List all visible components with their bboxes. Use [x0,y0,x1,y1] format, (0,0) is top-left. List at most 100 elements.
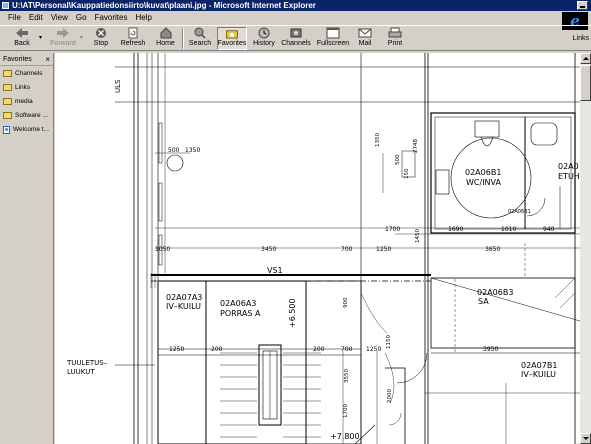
dim-940: 940 [543,226,555,233]
scroll-thumb[interactable] [580,65,591,101]
dim-1700: 1700 [385,226,400,233]
favorites-pane-header: Favorites × [0,53,53,66]
favorite-label: Software ... [15,112,48,119]
forward-arrow-icon [57,28,69,38]
dim-700-lower: 700 [341,346,353,353]
menu-go[interactable]: Go [72,11,91,25]
home-button[interactable]: Home [152,27,179,50]
uls-label: ULS [114,79,122,93]
favorites-pane-title: Favorites [3,56,32,63]
room-name-ivkuilu-right: IV–KUILU [521,370,556,379]
favorite-label: Welcome t... [13,126,50,133]
dim-1250-lower: 1250 [169,346,184,353]
toolbar-separator [182,29,184,49]
search-button[interactable]: Search [186,27,214,50]
favorites-label: Favorites [217,40,247,47]
minimize-button[interactable] [577,1,588,10]
favorite-label: Channels [15,70,43,77]
dim-1010: 1010 [501,226,516,233]
dim-700: 700 [341,246,353,253]
favorite-link-welcome[interactable]: Welcome t... [0,123,53,136]
refresh-label: Refresh [120,40,146,47]
menu-view[interactable]: View [47,11,72,25]
print-label: Print [387,40,403,47]
menu-bar: File Edit View Go Favorites Help [0,11,591,25]
dim-500-left: 500 [168,147,180,154]
dim-1690: 1690 [448,226,463,233]
favorite-folder-links[interactable]: Links [0,81,53,94]
favorites-button[interactable]: Favorites [217,27,247,50]
close-icon[interactable]: × [45,53,50,66]
favorite-label: Links [15,84,31,91]
dim-1150: 1150 [386,335,392,349]
room-name-ivkuilu-left: IV–KUILU [166,302,201,311]
browser-content-area[interactable]: ULS 1350 500 1050 3450 700 1250 1450 170… [55,53,580,444]
dim-200-b: 200 [313,346,325,353]
room-code-etuh: 02A0 [558,162,579,171]
favorite-folder-media[interactable]: media [0,95,53,108]
home-icon [160,27,171,39]
favorites-pane: Favorites × Channels Links media Softwar… [0,53,54,444]
mail-button[interactable]: Mail [354,27,376,50]
channels-label: Channels [281,40,311,47]
luukut-label: LUUKUT [67,368,95,376]
dim-1050: 1050 [155,246,170,253]
dim-200-a: 200 [211,346,223,353]
vertical-scrollbar[interactable] [580,53,591,444]
menu-favorites[interactable]: Favorites [91,11,132,25]
menu-help[interactable]: Help [131,11,155,25]
dim-1350-top: 1350 [185,147,200,154]
page-icon [3,125,10,134]
forward-dropdown-icon[interactable]: ▾ [80,34,83,41]
dim-1250: 1250 [376,246,391,253]
dim-1250-right: 1250 [366,346,381,353]
channels-button[interactable]: Channels [281,27,311,50]
back-dropdown-icon[interactable]: ▾ [39,34,42,41]
floor-plan-image: ULS 1350 500 1050 3450 700 1250 1450 170… [66,53,580,444]
room-name-porras: PORRAS A [220,309,261,318]
menu-file[interactable]: File [4,11,25,25]
fullscreen-button[interactable]: Fullscreen [315,27,351,50]
dim-3550: 3550 [344,369,350,383]
window-title: U:\AT\Personal\Kauppatiedonsiirto\kuvat\… [12,1,316,10]
back-arrow-icon [16,28,28,38]
dim-150: 150 [404,168,410,179]
favorite-folder-software[interactable]: Software ... [0,109,53,122]
refresh-button[interactable]: Refresh [117,27,149,50]
room-code-sa: 02A06B3 [477,288,513,297]
folder-icon [3,84,12,91]
dim-900: 900 [343,297,349,308]
forward-label: Forward [50,40,76,47]
dim-500-mid: 500 [395,154,401,165]
standard-toolbar: Back ▾ Forward ▾ Stop Refresh Home Searc… [0,25,591,51]
tuuletus-label: TUULETUS– [66,359,108,367]
menu-edit[interactable]: Edit [25,11,47,25]
stop-button[interactable]: Stop [88,27,114,50]
stop-icon [96,28,106,38]
favorite-folder-channels[interactable]: Channels [0,67,53,80]
vs1-label: VS1 [267,266,283,275]
folder-icon [3,70,12,77]
search-globe-icon [194,27,206,39]
window-titlebar: U:\AT\Personal\Kauppatiedonsiirto\kuvat\… [0,0,591,11]
back-label: Back [14,40,30,47]
dim-3450: 3450 [261,246,276,253]
scroll-up-arrow-icon[interactable] [580,53,591,64]
history-button[interactable]: History [250,27,278,50]
fullscreen-label: Fullscreen [316,40,350,47]
room-name-wc: WC/INVA [466,178,501,187]
room-name-etuh: ETUH [558,172,580,181]
forward-button[interactable]: Forward [47,27,79,50]
mail-label: Mail [358,40,372,47]
links-toolbar-label[interactable]: Links [573,35,589,42]
room-code-ivkuilu-left: 02A07A3 [166,293,202,302]
back-button[interactable]: Back [6,27,38,50]
print-button[interactable]: Print [384,27,406,50]
dim-2000: 2000 [387,389,393,403]
scroll-down-arrow-icon[interactable] [580,433,591,444]
history-label: History [253,40,275,47]
stop-label: Stop [93,40,109,47]
folder-icon [3,112,12,119]
room-code-ivkuilu-right: 02A07B1 [521,361,557,370]
level-6500-label: +6.500 [288,298,297,328]
